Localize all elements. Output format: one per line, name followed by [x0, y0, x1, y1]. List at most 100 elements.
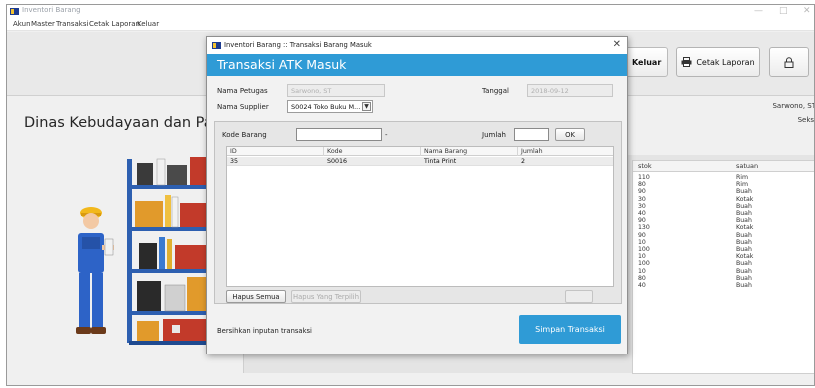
- dialog-title: Inventori Barang :: Transaksi Barang Mas…: [224, 41, 372, 49]
- kode-barang-label: Kode Barang: [222, 131, 267, 139]
- printer-icon: [681, 57, 692, 67]
- satuan-value: Buah: [736, 282, 752, 289]
- stock-table-header: stok satuan: [633, 161, 814, 172]
- menu-bar: Akun Master Transaksi Cetak Laporan Kelu…: [7, 18, 814, 31]
- supplier-select[interactable]: S0024 Toko Buku M... ▼: [287, 100, 373, 113]
- dialog-banner: Transaksi ATK Masuk: [207, 54, 627, 76]
- jumlah-label: Jumlah: [482, 131, 506, 139]
- menu-cetak-laporan[interactable]: Cetak Laporan: [89, 20, 140, 28]
- table-row[interactable]: 100 Buah: [633, 246, 814, 253]
- satuan-value: Kotak: [736, 224, 754, 232]
- stock-value: 40: [638, 210, 646, 217]
- row-nama-barang: Tinta Print: [424, 158, 457, 165]
- dialog-body: Nama Petugas Sarwono, ST Tanggal 2018-09…: [207, 76, 627, 354]
- stock-value: 80: [638, 181, 646, 189]
- table-row[interactable]: 10 Kotak: [633, 253, 814, 261]
- row-kode: S0016: [327, 158, 348, 165]
- stock-value: 10: [638, 253, 646, 261]
- minimize-icon[interactable]: —: [754, 5, 763, 17]
- dash-separator: -: [385, 131, 388, 139]
- app-logo-icon: [212, 42, 221, 49]
- satuan-value: Buah: [736, 260, 752, 268]
- stock-value: 80: [638, 274, 646, 282]
- satuan-value: Kotak: [736, 253, 754, 261]
- cetak-laporan-label: Cetak Laporan: [696, 57, 755, 67]
- table-row[interactable]: 10 Buah: [633, 238, 814, 246]
- ok-button[interactable]: OK: [555, 128, 585, 141]
- stock-value: 130: [638, 224, 650, 232]
- lock-icon: [784, 56, 794, 68]
- banner-title: Transaksi ATK Masuk: [217, 57, 347, 72]
- stock-col-satuan: satuan: [736, 162, 759, 170]
- menu-transaksi[interactable]: Transaksi: [56, 20, 88, 28]
- table-row[interactable]: 30 Buah: [633, 202, 814, 210]
- stock-value: 90: [638, 188, 646, 196]
- table-row[interactable]: 110 Rim: [633, 174, 814, 181]
- row-jumlah: 2: [521, 158, 526, 165]
- keluar-label: Keluar: [632, 57, 662, 67]
- satuan-value: Rim: [736, 174, 749, 181]
- stock-value: 30: [638, 202, 646, 210]
- supplier-label: Nama Supplier: [217, 103, 269, 111]
- supplier-selected-value: S0024 Toko Buku M...: [291, 103, 361, 111]
- cetak-laporan-button[interactable]: Cetak Laporan: [676, 47, 760, 77]
- table-row[interactable]: 30 Kotak: [633, 195, 814, 203]
- stock-value: 90: [638, 217, 646, 225]
- satuan-value: Buah: [736, 238, 752, 246]
- tanggal-label: Tanggal: [482, 87, 509, 95]
- table-row[interactable]: 40 Buah: [633, 282, 814, 289]
- warehouse-illustration: [76, 157, 219, 345]
- table-row[interactable]: 100 Buah: [633, 260, 814, 268]
- table-row[interactable]: 90 Buah: [633, 217, 814, 225]
- dialog-close-icon[interactable]: ✕: [613, 39, 621, 51]
- input-panel: Kode Barang - Jumlah OK ID Kode Nama Bar…: [214, 121, 622, 304]
- stock-table[interactable]: stok satuan 110 Rim 80 Rim 90 Buah 30 Kotak 30 Bu…: [632, 160, 814, 374]
- hapus-terpilih-label: Hapus Yang Terpilih: [292, 292, 360, 301]
- blank-button[interactable]: [565, 290, 593, 303]
- footer-hint: Bersihkan inputan transaksi: [217, 327, 312, 335]
- satuan-value: Buah: [736, 246, 752, 253]
- tanggal-field[interactable]: 2018-09-12: [527, 84, 613, 97]
- table-row[interactable]: 40 Buah: [633, 210, 814, 217]
- petugas-label: Nama Petugas: [217, 87, 268, 95]
- table-row[interactable]: 130 Kotak: [633, 224, 814, 232]
- stock-value: 10: [638, 238, 646, 246]
- table-row[interactable]: 90 Buah: [633, 231, 814, 239]
- table-row[interactable]: 90 Buah: [633, 188, 814, 196]
- maximize-icon[interactable]: □: [779, 5, 788, 17]
- items-col-kode: Kode: [327, 148, 343, 155]
- satuan-value: Buah: [736, 217, 752, 225]
- stock-col-stok: stok: [638, 162, 652, 170]
- table-row[interactable]: 80 Rim: [633, 181, 814, 189]
- items-table-header: ID Kode Nama Barang Jumlah: [227, 147, 613, 156]
- kode-barang-input[interactable]: [296, 128, 382, 141]
- table-row[interactable]: 80 Buah: [633, 274, 814, 282]
- menu-akun[interactable]: Akun: [13, 20, 31, 28]
- petugas-field[interactable]: Sarwono, ST: [287, 84, 385, 97]
- close-icon[interactable]: ✕: [803, 5, 811, 17]
- satuan-value: Buah: [736, 267, 752, 275]
- jumlah-input[interactable]: [514, 128, 549, 141]
- lock-button[interactable]: [769, 47, 809, 77]
- hapus-semua-button[interactable]: Hapus Semua: [226, 290, 286, 303]
- satuan-value: Buah: [736, 231, 752, 239]
- app-logo-icon: [10, 8, 19, 15]
- simpan-transaksi-label: Simpan Transaksi: [535, 325, 605, 334]
- keluar-button[interactable]: Keluar: [625, 47, 668, 77]
- menu-master[interactable]: Master: [31, 20, 55, 28]
- simpan-transaksi-button[interactable]: Simpan Transaksi: [519, 315, 621, 344]
- hapus-semua-label: Hapus Semua: [232, 292, 280, 301]
- user-name: Sarwono, ST: [772, 102, 815, 110]
- items-col-jumlah: Jumlah: [521, 148, 543, 155]
- chevron-down-icon[interactable]: ▼: [362, 102, 371, 111]
- menu-keluar[interactable]: Keluar: [137, 20, 159, 28]
- transaksi-dialog: Inventori Barang :: Transaksi Barang Mas…: [206, 36, 628, 354]
- items-col-nama-barang: Nama Barang: [424, 148, 468, 155]
- table-row[interactable]: 35 S0016 Tinta Print 2: [227, 157, 613, 166]
- satuan-value: Rim: [736, 181, 749, 189]
- satuan-value: Kotak: [736, 195, 754, 203]
- stock-value: 90: [638, 231, 646, 239]
- items-table[interactable]: ID Kode Nama Barang Jumlah 35 S0016 Tint…: [226, 146, 614, 287]
- table-row[interactable]: 10 Buah: [633, 267, 814, 275]
- hapus-terpilih-button[interactable]: Hapus Yang Terpilih: [291, 290, 361, 303]
